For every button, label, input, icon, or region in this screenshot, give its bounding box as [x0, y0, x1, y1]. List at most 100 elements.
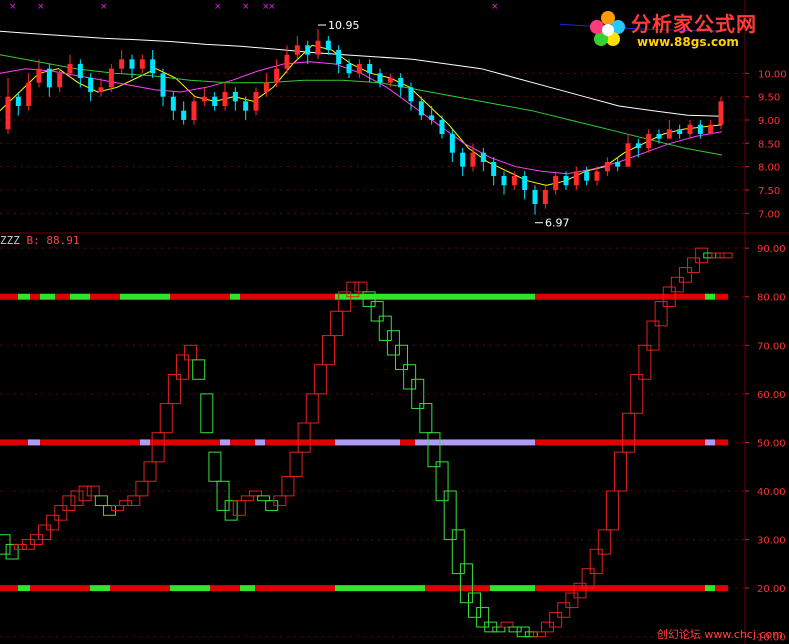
indicator-box	[557, 602, 571, 618]
indicator-box	[192, 359, 206, 380]
candle-body	[77, 64, 83, 78]
moving-average-line	[0, 61, 723, 175]
candle-body	[718, 101, 724, 125]
indicator-box	[508, 626, 522, 633]
indicator-band-segment	[240, 293, 290, 300]
indicator-band-segment	[70, 293, 90, 300]
indicator-box	[184, 344, 198, 361]
indicator-box	[46, 514, 60, 531]
candle-body	[284, 54, 290, 69]
top-marker: ×	[9, 2, 17, 12]
indicator-box	[378, 315, 392, 341]
price-tick-label: 10.00	[758, 69, 787, 80]
indicator-box	[711, 252, 725, 259]
indicator-band-segment	[30, 585, 40, 592]
indicator-band-segment	[55, 293, 70, 300]
indicator-box	[305, 393, 319, 424]
indicator-band-segment	[40, 293, 55, 300]
indicator-box	[159, 403, 173, 434]
indicator-box	[313, 364, 327, 395]
candle-body	[439, 120, 445, 134]
indicator-band-segment	[90, 293, 120, 300]
indicator-box	[719, 252, 733, 259]
indicator-box	[532, 631, 546, 638]
indicator-tick-label: 60.00	[757, 390, 786, 401]
indicator-band-segment	[705, 585, 715, 592]
indicator-band-segment	[170, 585, 210, 592]
indicator-box	[622, 412, 636, 453]
indicator-band-segment	[265, 439, 335, 446]
indicator-box	[62, 495, 76, 511]
candle-body	[36, 68, 42, 83]
indicator-band-segment	[120, 293, 170, 300]
indicator-band-segment	[110, 585, 170, 592]
indicator-box	[200, 393, 214, 434]
indicator-band-segment	[715, 293, 728, 300]
indicator-box	[289, 451, 303, 477]
top-marker: ×	[214, 2, 222, 12]
candle-body	[635, 143, 641, 148]
candle-body	[150, 59, 156, 74]
candle-body	[449, 134, 455, 153]
indicator-box	[281, 475, 295, 497]
site-name: 分析家公式网	[631, 12, 757, 36]
indicator-box	[670, 276, 684, 293]
indicator-box	[321, 335, 335, 366]
indicator-band-segment	[240, 585, 255, 592]
indicator-band-segment	[220, 439, 230, 446]
indicator-band-segment	[170, 293, 205, 300]
indicator-box	[443, 490, 457, 541]
indicator-tick-label: 20.00	[757, 584, 786, 595]
candle-body	[191, 101, 197, 120]
candle-body	[408, 87, 414, 102]
indicator-box	[232, 500, 246, 516]
candle-body	[253, 92, 259, 111]
indicator-box	[151, 432, 165, 463]
indicator-box	[54, 505, 68, 521]
candle-body	[305, 45, 311, 55]
candle-body	[615, 162, 621, 167]
candle-body	[356, 64, 362, 74]
indicator-box	[605, 490, 619, 531]
candle-body	[646, 134, 652, 148]
indicator-band-segment	[715, 585, 728, 592]
annotation-label: 10.95	[328, 19, 360, 32]
indicator-tick-label: 90.00	[757, 244, 786, 255]
indicator-box	[78, 485, 92, 502]
candle-body	[418, 101, 424, 116]
indicator-band-segment	[400, 439, 415, 446]
indicator-box	[435, 461, 449, 502]
candle-body	[604, 162, 610, 172]
candle-body	[573, 171, 579, 186]
candle-body	[170, 96, 176, 111]
indicator-band-segment	[0, 293, 18, 300]
indicator-box	[257, 495, 271, 502]
candle-body	[119, 59, 125, 69]
candle-body	[522, 176, 528, 190]
candle-body	[5, 96, 11, 130]
candle-body	[88, 78, 94, 92]
top-marker: ×	[100, 2, 108, 12]
indicator-band-segment	[0, 585, 18, 592]
indicator-box	[703, 252, 717, 259]
candle-body	[625, 143, 631, 167]
indicator-box	[13, 543, 27, 550]
candle-body	[697, 124, 703, 134]
candle-body	[294, 45, 300, 55]
price-tick-label: 7.00	[758, 209, 780, 220]
candle-body	[139, 59, 145, 69]
indicator-band-segment	[205, 293, 230, 300]
candle-body	[708, 124, 714, 134]
candle-body	[15, 96, 21, 106]
price-tick-label: 7.50	[758, 186, 780, 197]
top-marker: ×	[268, 2, 276, 12]
candle-body	[532, 190, 538, 204]
candle-body	[181, 110, 187, 120]
price-tick-label: 9.50	[758, 93, 780, 104]
candle-body	[677, 129, 683, 134]
indicator-box	[111, 505, 125, 511]
top-marker: ×	[37, 2, 45, 12]
indicator-box	[370, 301, 384, 322]
candle-body	[429, 115, 435, 120]
candle-body	[263, 82, 269, 92]
